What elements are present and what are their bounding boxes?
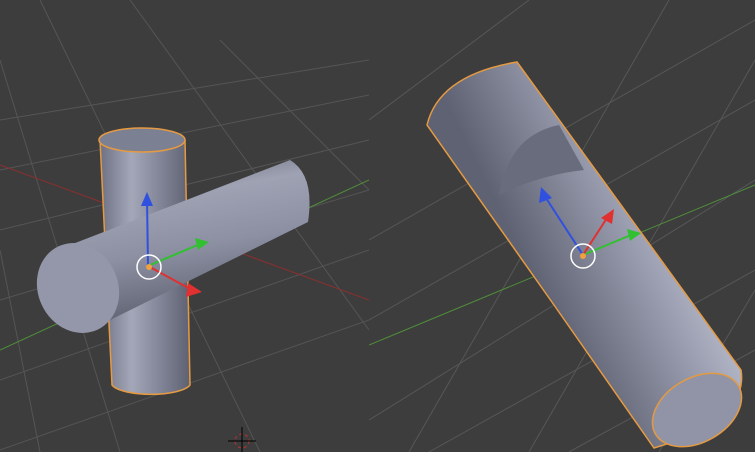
right-3d-viewport[interactable] xyxy=(369,0,755,452)
3d-cursor-icon[interactable] xyxy=(228,427,256,452)
cut-cylinder[interactable] xyxy=(426,61,755,452)
left-3d-viewport[interactable] xyxy=(0,0,369,452)
